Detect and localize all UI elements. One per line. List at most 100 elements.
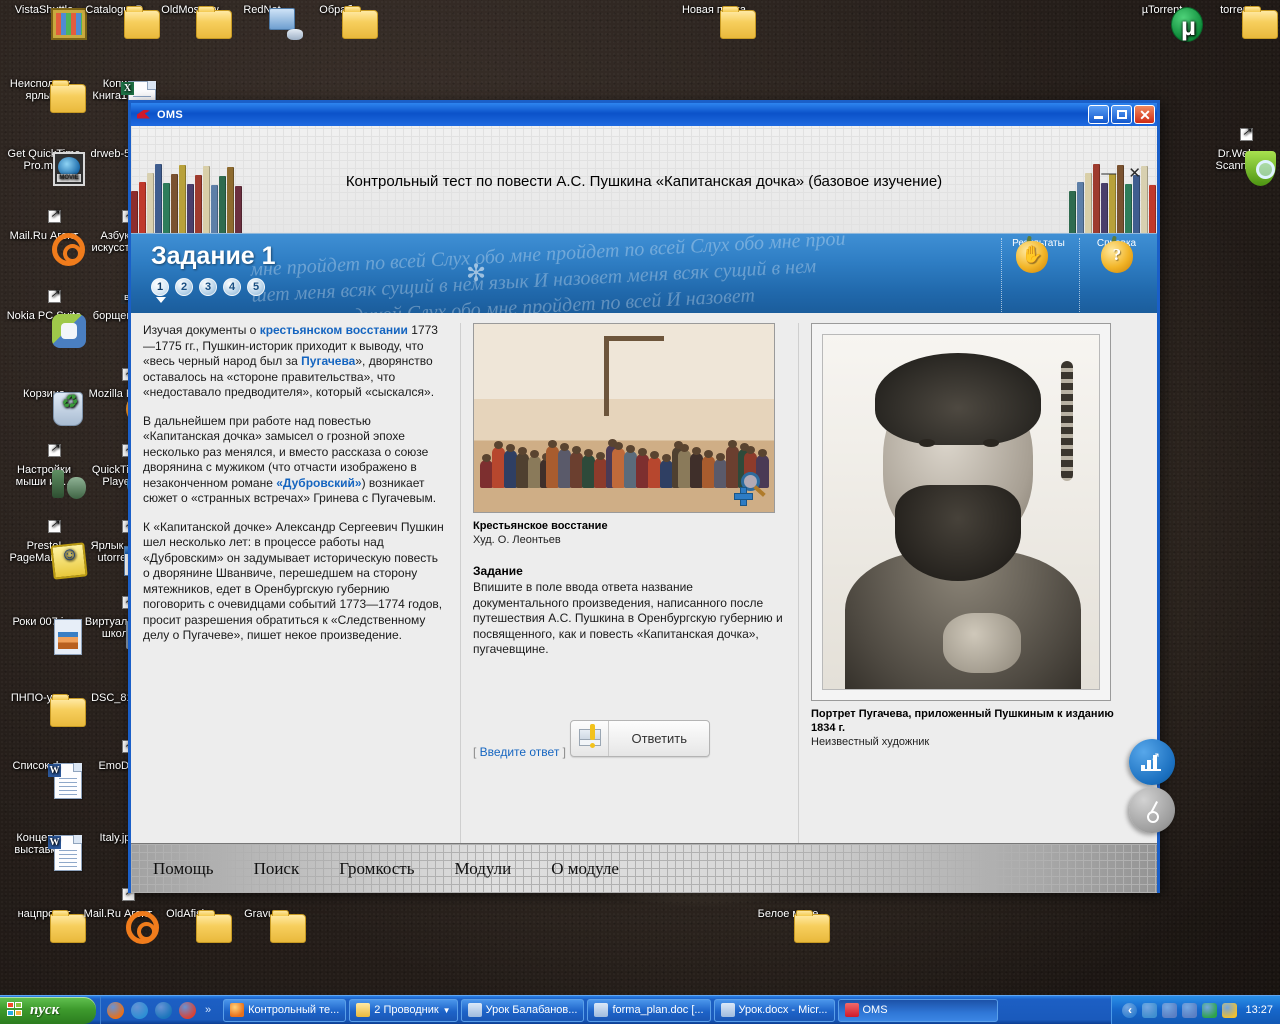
pugachev-portrait-frame[interactable] [811, 323, 1111, 701]
book-decoration [155, 164, 162, 233]
oms-logo-icon [136, 108, 152, 122]
timer-fab[interactable] [1129, 787, 1175, 833]
task-step-1[interactable]: 1 [151, 278, 169, 296]
help-button[interactable]: ? Справка [1079, 235, 1153, 312]
desktop-icon[interactable]: OldAfisha [152, 908, 232, 943]
book-decoration [1133, 175, 1140, 233]
handwriting-decoration: мне пройдет по всей Слух обо мне пройдет… [249, 233, 846, 313]
inner-window-controls[interactable]: — ✕ [1101, 166, 1145, 181]
desktop-icon[interactable]: Корзина [6, 388, 83, 426]
portrait-caption-author: Неизвестный художник [811, 736, 930, 748]
desktop-icon[interactable]: Presto! PageManager [6, 518, 88, 580]
statistics-fab[interactable]: ↗ [1129, 739, 1175, 785]
task-step-5[interactable]: 5 [247, 278, 265, 296]
crowd-figure-head [716, 452, 725, 461]
desktop-icon[interactable]: ПНПО-учит... [6, 692, 86, 727]
task-title: Задание 1 [151, 242, 276, 270]
portrait-hands [943, 613, 1021, 673]
desktop-icon[interactable]: Dr.Web Scanner [1198, 126, 1276, 186]
folder-icon [356, 1003, 371, 1017]
desktop-icon[interactable]: VistaShuttle [6, 4, 87, 40]
uprising-painting-thumbnail[interactable] [473, 323, 775, 513]
snowflake-decoration: ✻ [466, 260, 487, 287]
close-button[interactable]: ✕ [1134, 105, 1155, 124]
firefox-quicklaunch-icon[interactable] [107, 1001, 124, 1019]
crowd-figure-head [746, 445, 755, 454]
network2-tray-icon[interactable] [1182, 1002, 1198, 1018]
tray-clock[interactable]: 13:27 [1245, 1004, 1273, 1017]
crowd-figure-head [548, 439, 557, 448]
task-step-4[interactable]: 4 [223, 278, 241, 296]
taskbar-button[interactable]: Контрольный те... [223, 998, 347, 1022]
desktop-icon[interactable]: µTorrent [1124, 4, 1203, 43]
volume-tray-icon[interactable] [1142, 1002, 1158, 1018]
ie-quicklaunch-icon[interactable] [155, 1001, 172, 1019]
minimize-button[interactable] [1088, 105, 1109, 124]
menu-item[interactable]: Помощь [153, 859, 214, 879]
taskbar-button[interactable]: Урок.docx - Micr... [713, 998, 835, 1022]
antivirus-tray-icon[interactable] [1202, 1002, 1218, 1018]
taskbar-button[interactable]: Урок Балабанов... [460, 998, 585, 1022]
network-tray-icon[interactable] [1162, 1002, 1178, 1018]
desktop-icon[interactable]: CatalogueP... [80, 4, 160, 39]
desktop-icon[interactable]: W Концепция выставки.... [6, 832, 82, 871]
media-player-quicklaunch-icon[interactable] [131, 1001, 148, 1019]
start-button[interactable]: пуск [0, 996, 96, 1024]
menu-item[interactable]: О модуле [551, 859, 619, 879]
taskbar-button[interactable]: OMS [837, 998, 998, 1022]
word-icon [594, 1003, 609, 1017]
task-step-3[interactable]: 3 [199, 278, 217, 296]
taskbar-button[interactable]: forma_plan.doc [... [587, 998, 711, 1022]
results-button[interactable]: ✋ Результаты [1001, 235, 1075, 312]
article-link[interactable]: «Дубровский» [276, 476, 361, 490]
answer-input[interactable]: [ Введите ответ ] [473, 744, 566, 760]
system-tray: ‹ 13:27 [1111, 995, 1280, 1024]
desktop-icon[interactable]: X Копия Книга1.xls [80, 78, 156, 117]
article-link[interactable]: Пугачева [301, 354, 355, 368]
start-label: пуск [30, 1001, 60, 1018]
chart-arrow-icon: ↗ [1141, 752, 1161, 771]
window-title: OMS [157, 108, 183, 121]
taskbar-button[interactable]: 2 Проводник ▼ [349, 998, 458, 1022]
desktop-icon[interactable]: Роки 007.jpg [6, 616, 82, 655]
desktop-icon[interactable]: MOVIE Get QuickTime Pro.mov [6, 148, 85, 186]
submit-answer-button[interactable]: Ответить [570, 719, 711, 757]
window-titlebar[interactable]: OMS ✕ [131, 103, 1157, 126]
menu-item[interactable]: Поиск [254, 859, 300, 879]
book-decoration [187, 184, 194, 233]
desktop-icon[interactable]: нацпроект [6, 908, 86, 943]
crowd-figure-head [638, 447, 647, 456]
chevron-down-icon[interactable]: ▼ [443, 1004, 451, 1017]
article-link[interactable]: крестьянском восстании [260, 323, 408, 337]
desktop-icon[interactable]: Белое море [750, 908, 830, 943]
menu-item[interactable]: Громкость [339, 859, 414, 879]
maximize-button[interactable] [1111, 105, 1132, 124]
updates-tray-icon[interactable] [1222, 1002, 1238, 1018]
task-step-2[interactable]: 2 [175, 278, 193, 296]
desktop-icon[interactable]: RedNet [224, 4, 303, 40]
crowd-figure-head [572, 445, 581, 454]
chrome-quicklaunch-icon[interactable] [179, 1001, 196, 1019]
desktop-icon[interactable]: Настройки мыши и к... [6, 442, 86, 499]
desktop-icon[interactable]: torrent [1198, 4, 1278, 39]
desktop-icon[interactable]: Новая папка [676, 4, 756, 39]
article-column: Изучая документы о крестьянском восстани… [131, 323, 461, 843]
show-hidden-icons-button[interactable]: ‹ [1122, 1002, 1138, 1018]
envelope-alert-icon [571, 720, 610, 756]
module-header: Контрольный тест по повести А.С. Пушкина… [131, 126, 1157, 233]
desktop-icon[interactable]: W Список.docx [6, 760, 82, 799]
desktop-icon[interactable]: OldMoscow [152, 4, 232, 39]
magnifier-plus-icon[interactable] [734, 472, 768, 506]
windows-flag-icon [7, 1002, 24, 1018]
menu-item[interactable]: Модули [455, 859, 512, 879]
desktop-icon[interactable]: Неиспользу... ярлыки [6, 78, 86, 113]
desktop-icon[interactable]: Mail.Ru Агент [6, 208, 85, 266]
book-decoration [227, 167, 234, 233]
desktop-icon[interactable]: Обраб [298, 4, 378, 39]
desktop-icon[interactable]: Nokia PC Suite [6, 288, 86, 348]
quick-launch-overflow-button[interactable]: » [205, 1004, 211, 1016]
task-step-nav[interactable]: 12345 [151, 278, 265, 296]
desktop-icon[interactable]: Gravura [226, 908, 306, 943]
desktop-icon[interactable]: Mail.Ru Агент [80, 886, 159, 944]
quick-launch-bar: » [100, 995, 217, 1024]
